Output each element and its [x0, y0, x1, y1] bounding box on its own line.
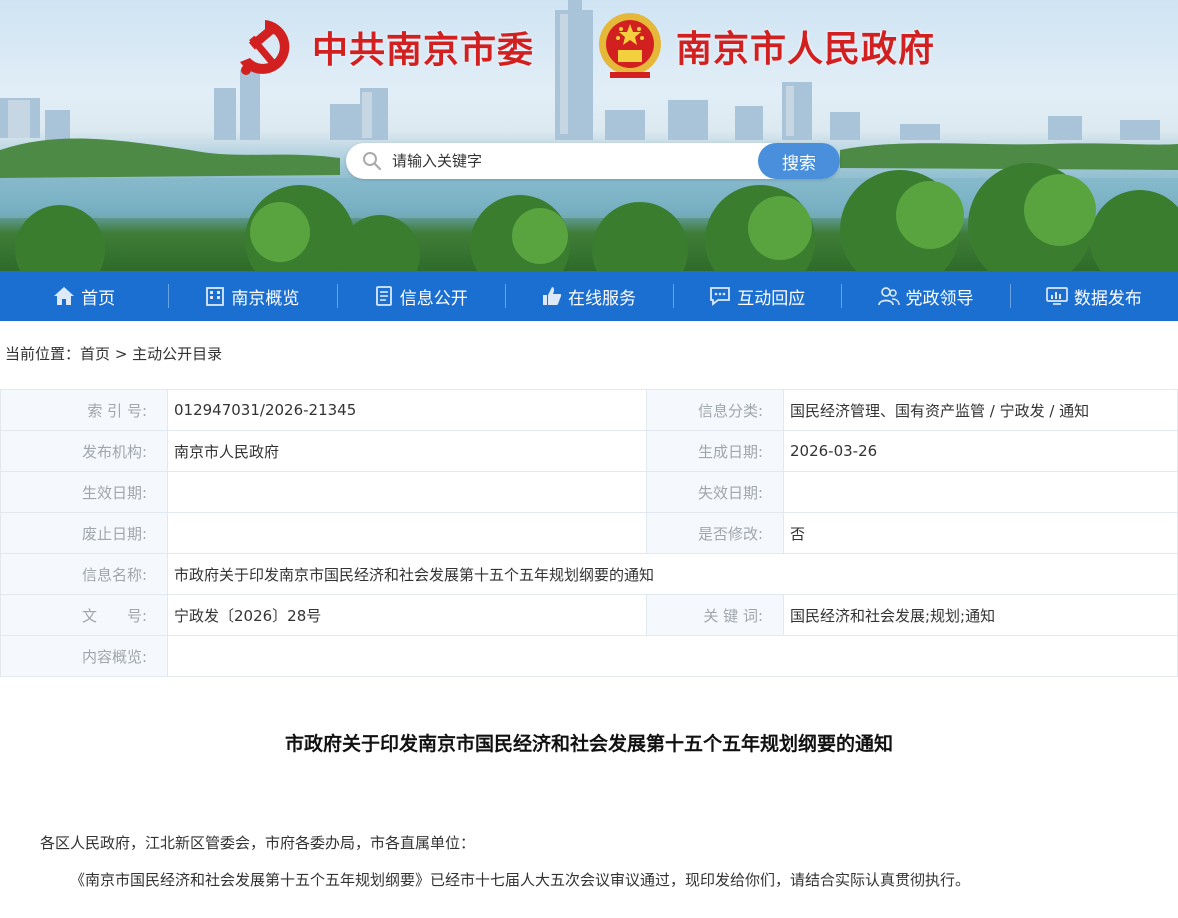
meta-label: 内容概览: [0, 635, 168, 677]
meta-label: 信息分类: [646, 389, 784, 431]
nav-item-overview[interactable]: 南京概览 [168, 271, 336, 321]
document-meta-table: 索 引 号: 012947031/2026-21345 信息分类: 国民经济管理… [0, 389, 1178, 677]
meta-label: 信息名称: [0, 553, 168, 595]
meta-row: 文 号: 宁政发〔2026〕28号 关 键 词: 国民经济和社会发展;规划;通知 [0, 594, 1178, 636]
meta-value [783, 471, 1178, 513]
hammer-sickle-icon [240, 20, 290, 75]
meta-label: 关 键 词: [646, 594, 784, 636]
meta-label: 生成日期: [646, 430, 784, 472]
search-icon [363, 152, 382, 171]
meta-label: 失效日期: [646, 471, 784, 513]
meta-value [167, 471, 647, 513]
monitor-chart-icon [1045, 287, 1068, 305]
party-title: 中共南京市委 [312, 30, 535, 71]
article-title: 市政府关于印发南京市国民经济和社会发展第十五个五年规划纲要的通知 [284, 733, 893, 755]
search-button[interactable]: 搜索 [758, 143, 840, 179]
meta-row: 内容概览: [0, 635, 1178, 677]
gov-title: 南京市人民政府 [676, 29, 936, 70]
home-icon [54, 287, 75, 305]
article: 市政府关于印发南京市国民经济和社会发展第十五个五年规划纲要的通知 各区人民政府，… [0, 729, 1178, 890]
nav-label: 南京概览 [231, 288, 300, 309]
document-icon [375, 286, 392, 306]
meta-value: 南京市人民政府 [167, 430, 647, 472]
meta-value: 国民经济管理、国有资产监管 / 宁政发 / 通知 [783, 389, 1178, 431]
article-salutation: 各区人民政府，江北新区管委会，市府各委办局，市各直属单位： [40, 834, 476, 852]
search-input[interactable] [390, 143, 750, 179]
nav-item-disclosure[interactable]: 信息公开 [336, 271, 505, 321]
nav-label: 党政领导 [905, 288, 974, 309]
meta-value: 市政府关于印发南京市国民经济和社会发展第十五个五年规划纲要的通知 [167, 553, 1178, 595]
meta-row: 发布机构: 南京市人民政府 生成日期: 2026-03-26 [0, 430, 1178, 472]
meta-label: 发布机构: [0, 430, 168, 472]
breadcrumb-prefix: 当前位置： [5, 345, 81, 363]
building-icon [206, 287, 225, 306]
main-nav: 首页 南京概览 信息公开 在线服务 互动回应 党政领导 数据发布 [0, 271, 1178, 321]
meta-value: 2026-03-26 [783, 430, 1178, 472]
party-logo-block: 中共南京市委 [230, 12, 534, 82]
meta-label: 是否修改: [646, 512, 784, 554]
header-banner: 中共南京市委 南京市人民政府 搜索 [0, 0, 1178, 271]
nav-label: 首页 [81, 288, 116, 309]
breadcrumb-current-link[interactable]: 主动公开目录 [132, 345, 222, 363]
meta-row: 废止日期: 是否修改: 否 [0, 512, 1178, 554]
nav-label: 互动回应 [737, 288, 806, 309]
meta-row: 信息名称: 市政府关于印发南京市国民经济和社会发展第十五个五年规划纲要的通知 [0, 553, 1178, 595]
national-emblem-icon [599, 13, 661, 78]
meta-label: 生效日期: [0, 471, 168, 513]
meta-value: 012947031/2026-21345 [167, 389, 647, 431]
meta-value: 否 [783, 512, 1178, 554]
meta-label: 文 号: [0, 594, 168, 636]
nav-label: 在线服务 [567, 288, 636, 309]
chat-icon [710, 287, 731, 306]
meta-label: 废止日期: [0, 512, 168, 554]
nav-label: 数据发布 [1073, 288, 1142, 309]
meta-value [167, 512, 647, 554]
gov-logo-block: 南京市人民政府 [596, 10, 935, 82]
meta-row: 生效日期: 失效日期: [0, 471, 1178, 513]
nav-item-leaders[interactable]: 党政领导 [841, 271, 1009, 321]
breadcrumb: 当前位置：首页 > 主动公开目录 [0, 321, 1178, 389]
meta-value [167, 635, 1178, 677]
breadcrumb-home-link[interactable]: 首页 [80, 345, 110, 363]
meta-row: 索 引 号: 012947031/2026-21345 信息分类: 国民经济管理… [0, 389, 1178, 431]
nav-item-interaction[interactable]: 互动回应 [673, 271, 841, 321]
nav-item-home[interactable]: 首页 [0, 271, 168, 321]
nav-item-data[interactable]: 数据发布 [1009, 271, 1178, 321]
meta-value: 宁政发〔2026〕28号 [167, 594, 647, 636]
search-box: 搜索 [346, 143, 840, 179]
article-body: 《南京市国民经济和社会发展第十五个五年规划纲要》已经市十七届人大五次会议审议通过… [70, 871, 971, 889]
breadcrumb-separator: > [114, 345, 128, 363]
nav-item-services[interactable]: 在线服务 [504, 271, 673, 321]
people-icon [877, 287, 900, 306]
city-skyline-image [0, 0, 1178, 271]
meta-label: 索 引 号: [0, 389, 168, 431]
meta-value: 国民经济和社会发展;规划;通知 [783, 594, 1178, 636]
nav-label: 信息公开 [399, 288, 468, 309]
thumbs-up-icon [542, 287, 562, 305]
